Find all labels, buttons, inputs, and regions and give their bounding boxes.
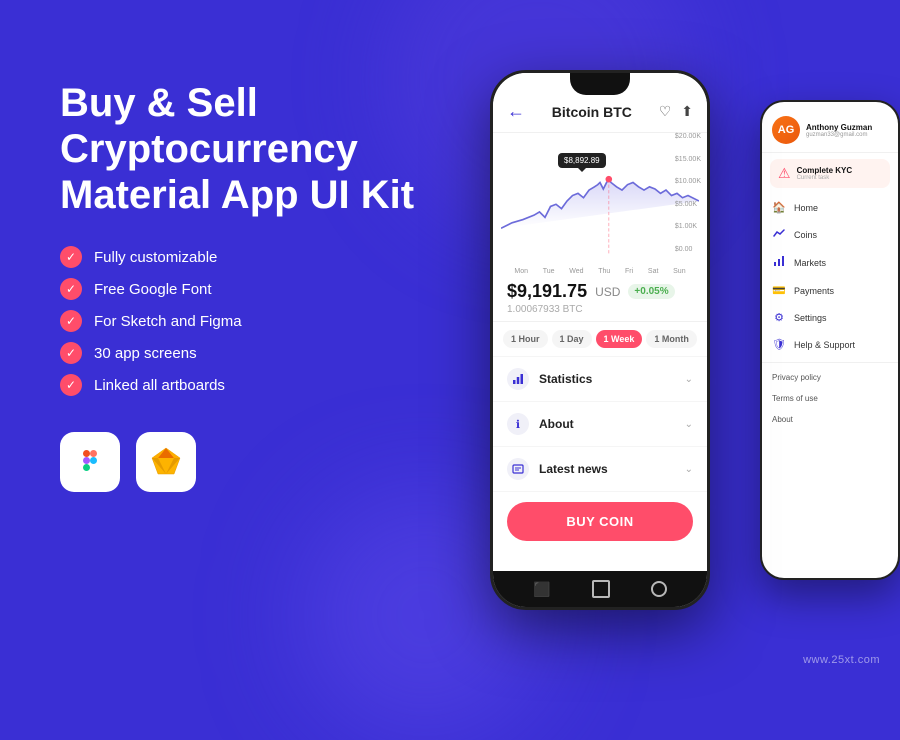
kyc-banner[interactable]: ⚠ Complete KYC Current task: [770, 159, 890, 188]
share-icon[interactable]: ⬆: [681, 103, 693, 120]
help-label: Help & Support: [794, 340, 855, 350]
coins-icon: [772, 228, 786, 241]
price-currency: USD: [595, 285, 620, 299]
menu-payments[interactable]: 💳 Payments: [762, 277, 898, 304]
tool-icons: [60, 432, 440, 492]
check-icon-5: ✓: [60, 374, 82, 396]
price-section: $9,191.75 USD +0.05% 1.00067933 BTC: [493, 273, 707, 322]
heart-icon[interactable]: ♡: [659, 103, 672, 120]
coin-title: Bitcoin BTC: [552, 104, 632, 120]
terms-of-use-link[interactable]: Terms of use: [762, 388, 898, 409]
header-icons: ♡ ⬆: [659, 103, 693, 120]
check-icon-3: ✓: [60, 310, 82, 332]
help-icon: 🛡: [772, 338, 786, 351]
home-icon: 🏠: [772, 201, 786, 214]
privacy-policy-link[interactable]: Privacy policy: [762, 367, 898, 388]
accordion-news[interactable]: Latest news ⌄: [493, 447, 707, 492]
main-title: Buy & SellCryptocurrencyMaterial App UI …: [60, 80, 440, 218]
chart-area: $20.00K $15.00K $10.00K $5.00K $1.00K $0…: [493, 133, 707, 273]
left-section: Buy & SellCryptocurrencyMaterial App UI …: [60, 80, 440, 492]
filter-1day[interactable]: 1 Day: [552, 330, 592, 348]
menu-help[interactable]: 🛡 Help & Support: [762, 331, 898, 358]
coins-label: Coins: [794, 230, 817, 240]
kyc-text: Complete KYC Current task: [797, 166, 853, 181]
chart-y-labels: $20.00K $15.00K $10.00K $5.00K $1.00K $0…: [675, 133, 701, 253]
about-icon: ℹ: [507, 413, 529, 435]
news-icon: [507, 458, 529, 480]
nav-home-icon[interactable]: [592, 580, 610, 598]
menu-home[interactable]: 🏠 Home: [762, 194, 898, 221]
side-header: AG Anthony Guzman guzman33@gmail.com: [762, 102, 898, 153]
price-row: $9,191.75 USD +0.05%: [507, 281, 693, 302]
news-label: Latest news: [539, 462, 685, 476]
accordion-about[interactable]: ℹ About ⌄: [493, 402, 707, 447]
news-chevron: ⌄: [685, 464, 693, 475]
chart-x-labels: Mon Tue Wed Thu Fri Sat Sun: [501, 266, 699, 277]
figma-icon: [60, 432, 120, 492]
time-filters[interactable]: 1 Hour 1 Day 1 Week 1 Month: [493, 322, 707, 357]
feature-item-5: ✓ Linked all artboards: [60, 374, 440, 396]
phone-screen: ← Bitcoin BTC ♡ ⬆ $20.00K $15.00K $10.00…: [493, 73, 707, 607]
user-email: guzman33@gmail.com: [806, 132, 888, 138]
menu-markets[interactable]: Markets: [762, 248, 898, 277]
feature-item-1: ✓ Fully customizable: [60, 246, 440, 268]
check-icon-2: ✓: [60, 278, 82, 300]
about-label: About: [539, 417, 685, 431]
price-btc: 1.00067933 BTC: [507, 304, 693, 315]
side-screen: AG Anthony Guzman guzman33@gmail.com ⚠ C…: [762, 102, 898, 578]
kyc-warning-icon: ⚠: [778, 165, 791, 182]
kyc-subtitle: Current task: [797, 175, 853, 181]
kyc-title: Complete KYC: [797, 166, 853, 175]
menu-coins[interactable]: Coins: [762, 221, 898, 248]
sketch-icon: [136, 432, 196, 492]
phone-notch: [570, 73, 630, 95]
about-link[interactable]: About: [762, 409, 898, 430]
phone-side: AG Anthony Guzman guzman33@gmail.com ⚠ C…: [760, 100, 900, 580]
statistics-icon: [507, 368, 529, 390]
filter-1hour[interactable]: 1 Hour: [503, 330, 548, 348]
price-change: +0.05%: [628, 284, 674, 299]
phone-main: ← Bitcoin BTC ♡ ⬆ $20.00K $15.00K $10.00…: [490, 70, 710, 610]
side-divider: [762, 362, 898, 363]
statistics-label: Statistics: [539, 372, 685, 386]
feature-list: ✓ Fully customizable ✓ Free Google Font …: [60, 246, 440, 396]
phone-bottom-bar: ⬛: [493, 571, 707, 607]
filter-1week[interactable]: 1 Week: [596, 330, 643, 348]
check-icon-4: ✓: [60, 342, 82, 364]
payments-icon: 💳: [772, 284, 786, 297]
user-info: Anthony Guzman guzman33@gmail.com: [806, 123, 888, 138]
nav-recent-icon[interactable]: ⬛: [533, 581, 550, 598]
payments-label: Payments: [794, 286, 834, 296]
watermark: www.25xt.com: [803, 654, 880, 666]
user-avatar: AG: [772, 116, 800, 144]
home-label: Home: [794, 203, 818, 213]
back-button[interactable]: ←: [507, 101, 525, 122]
markets-label: Markets: [794, 258, 826, 268]
accordion-statistics[interactable]: Statistics ⌄: [493, 357, 707, 402]
feature-item-2: ✓ Free Google Font: [60, 278, 440, 300]
check-icon-1: ✓: [60, 246, 82, 268]
about-chevron: ⌄: [685, 419, 693, 430]
statistics-chevron: ⌄: [685, 374, 693, 385]
price-value: $9,191.75: [507, 281, 587, 302]
menu-settings[interactable]: ⚙ Settings: [762, 304, 898, 331]
buy-coin-button[interactable]: BUY COIN: [507, 502, 693, 541]
markets-icon: [772, 255, 786, 270]
settings-label: Settings: [794, 313, 827, 323]
feature-item-4: ✓ 30 app screens: [60, 342, 440, 364]
feature-item-3: ✓ For Sketch and Figma: [60, 310, 440, 332]
chart-tooltip: $8,892.89: [558, 153, 606, 168]
filter-1month[interactable]: 1 Month: [646, 330, 697, 348]
user-name: Anthony Guzman: [806, 123, 888, 132]
nav-back-icon[interactable]: [651, 581, 667, 597]
settings-icon: ⚙: [772, 311, 786, 324]
